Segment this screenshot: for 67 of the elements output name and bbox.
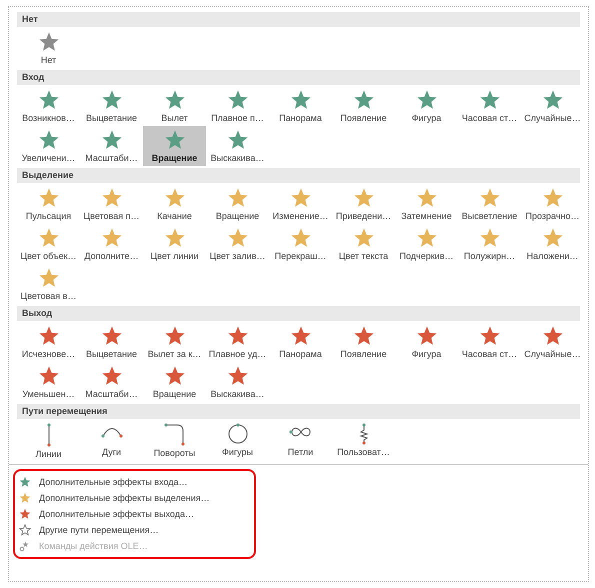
- effect-item[interactable]: Фигура: [395, 86, 458, 126]
- effect-item[interactable]: Цвет текста: [332, 224, 395, 264]
- motion-path-icon: [289, 427, 312, 437]
- effect-item[interactable]: Плавное п…: [206, 86, 269, 126]
- effect-item[interactable]: Случайные…: [521, 86, 584, 126]
- effect-item[interactable]: Появление: [332, 322, 395, 362]
- motion-path-icon: [46, 423, 50, 447]
- section-header: Нет: [17, 12, 580, 27]
- effect-item[interactable]: Цвет залив…: [206, 224, 269, 264]
- motion-path-icon: [228, 423, 248, 444]
- effect-item[interactable]: Часовая ст…: [458, 322, 521, 362]
- effect-item[interactable]: Подчеркив…: [395, 224, 458, 264]
- effect-item[interactable]: Выцветание: [80, 86, 143, 126]
- effect-item[interactable]: Фигура: [395, 322, 458, 362]
- effect-item[interactable]: Выскакива…: [206, 126, 269, 166]
- effect-item[interactable]: Цветовая п…: [80, 184, 143, 224]
- menu-item[interactable]: Другие пути перемещения…: [17, 522, 252, 538]
- effect-item[interactable]: Часовая ст…: [458, 86, 521, 126]
- effect-item[interactable]: Фигуры: [206, 420, 269, 460]
- menu-item[interactable]: Дополнительные эффекты входа…: [17, 474, 252, 490]
- effect-item[interactable]: Масштаби…: [80, 362, 143, 402]
- section-header: Выделение: [17, 168, 580, 183]
- effect-item[interactable]: Выскакива…: [206, 362, 269, 402]
- motion-path-icon: [100, 426, 122, 438]
- effect-item[interactable]: Перекраш…: [269, 224, 332, 264]
- effect-item[interactable]: Возникнов…: [17, 86, 80, 126]
- effect-item[interactable]: Затемнение: [395, 184, 458, 224]
- effect-item[interactable]: Прозрачно…: [521, 184, 584, 224]
- effect-item[interactable]: Масштаби…: [80, 126, 143, 166]
- effect-item[interactable]: Цвет линии: [143, 224, 206, 264]
- menu-item[interactable]: Дополнительные эффекты выделения…: [17, 490, 252, 506]
- effect-item[interactable]: Дуги: [80, 420, 143, 460]
- effect-item[interactable]: Увеличени…: [17, 126, 80, 166]
- effect-item[interactable]: Появление: [332, 86, 395, 126]
- effect-item[interactable]: Цвет объек…: [17, 224, 80, 264]
- effect-item[interactable]: Выцветание: [80, 322, 143, 362]
- effect-item[interactable]: Пульсация: [17, 184, 80, 224]
- effect-item[interactable]: Вылет: [143, 86, 206, 126]
- effect-item[interactable]: Повороты: [143, 420, 206, 460]
- effect-item[interactable]: Вращение: [143, 126, 206, 166]
- effect-item[interactable]: Панорама: [269, 86, 332, 126]
- effect-item[interactable]: Изменение…: [269, 184, 332, 224]
- effect-item[interactable]: Случайные…: [521, 322, 584, 362]
- motion-path-icon: [164, 423, 185, 446]
- effect-item[interactable]: Линии: [17, 420, 80, 460]
- section-header: Пути перемещения: [17, 404, 580, 419]
- effect-item[interactable]: Петли: [269, 420, 332, 460]
- effect-item[interactable]: Полужирн…: [458, 224, 521, 264]
- section-header: Выход: [17, 306, 580, 321]
- effect-item[interactable]: Вращение: [206, 184, 269, 224]
- effect-item[interactable]: Плавное уд…: [206, 322, 269, 362]
- effect-item[interactable]: Вращение: [143, 362, 206, 402]
- effect-item[interactable]: Нет: [17, 28, 80, 68]
- effect-item[interactable]: Панорама: [269, 322, 332, 362]
- effect-item[interactable]: Уменьшен…: [17, 362, 80, 402]
- motion-path-icon: [360, 423, 368, 445]
- effect-item[interactable]: Приведени…: [332, 184, 395, 224]
- effect-item[interactable]: Наложени…: [521, 224, 584, 264]
- effect-item[interactable]: Вылет за к…: [143, 322, 206, 362]
- effect-item[interactable]: Дополните…: [80, 224, 143, 264]
- menu-item[interactable]: Дополнительные эффекты выхода…: [17, 506, 252, 522]
- effect-item[interactable]: Исчезнове…: [17, 322, 80, 362]
- effect-item[interactable]: Высветление: [458, 184, 521, 224]
- effect-item[interactable]: Цветовая в…: [17, 264, 80, 304]
- effect-item[interactable]: Пользоват…: [332, 420, 395, 460]
- effect-item[interactable]: Качание: [143, 184, 206, 224]
- section-header: Вход: [17, 70, 580, 85]
